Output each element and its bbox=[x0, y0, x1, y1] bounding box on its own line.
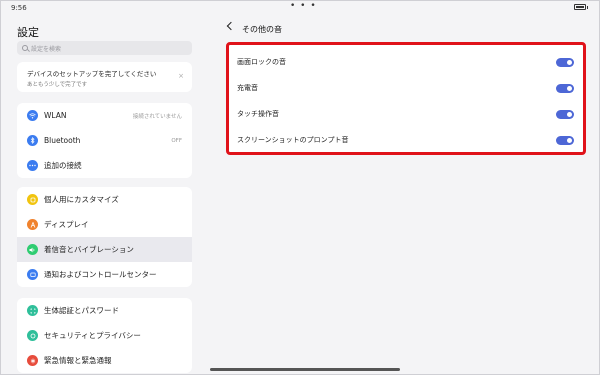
sidebar-item-label: 緊急情報と緊急通報 bbox=[44, 356, 112, 365]
sidebar-item-bluetooth[interactable]: Bluetooth OFF bbox=[17, 128, 192, 153]
network-group: WLAN 接続されていません Bluetooth OFF 追加の接続 bbox=[17, 103, 192, 178]
sound-label: 充電音 bbox=[237, 84, 258, 92]
charging-sound-toggle[interactable] bbox=[556, 83, 574, 93]
page-title: 設定 bbox=[17, 26, 39, 39]
list-item-screen-lock-sound: 画面ロックの音 bbox=[229, 49, 583, 75]
more-icon bbox=[27, 160, 38, 171]
sidebar-item-label: WLAN bbox=[44, 111, 67, 120]
screenshot-sound-toggle[interactable] bbox=[556, 135, 574, 145]
battery-icon bbox=[574, 4, 588, 10]
sidebar-item-label: 通知およびコントロールセンター bbox=[44, 270, 157, 279]
screen-lock-sound-toggle[interactable] bbox=[556, 57, 574, 67]
sidebar-item-label: 着信音とバイブレーション bbox=[44, 245, 134, 254]
multitask-dots[interactable]: • • • bbox=[290, 1, 317, 11]
touch-sound-toggle[interactable] bbox=[556, 109, 574, 119]
personalize-icon bbox=[27, 194, 38, 205]
wifi-icon bbox=[27, 110, 38, 121]
sidebar-item-label: セキュリティとプライバシー bbox=[44, 331, 141, 340]
sidebar-item-security[interactable]: セキュリティとプライバシー bbox=[17, 323, 192, 348]
bluetooth-status: OFF bbox=[171, 137, 182, 144]
sidebar-item-more-connections[interactable]: 追加の接続 bbox=[17, 153, 192, 178]
sidebar-item-biometrics[interactable]: 生体認証とパスワード bbox=[17, 298, 192, 323]
sidebar-item-sound-vibration[interactable]: 着信音とバイブレーション bbox=[17, 237, 192, 262]
emergency-icon bbox=[27, 355, 38, 366]
security-group: 生体認証とパスワード セキュリティとプライバシー 緊急情報と緊急通報 bbox=[17, 298, 192, 373]
list-item-screenshot-sound: スクリーンショットのプロンプト音 bbox=[229, 127, 583, 153]
sound-label: スクリーンショットのプロンプト音 bbox=[237, 136, 349, 144]
display-group: 個人用にカスタマイズ ディスプレイ 着信音とバイブレーション 通知およびコントロ… bbox=[17, 187, 192, 287]
sidebar-item-label: Bluetooth bbox=[44, 136, 81, 145]
settings-sidebar: 設定 設定を検索 デバイスのセットアップを完了してください あともう少しで完了で… bbox=[0, 0, 210, 375]
home-indicator[interactable] bbox=[210, 368, 400, 371]
bluetooth-icon bbox=[27, 135, 38, 146]
search-input[interactable]: 設定を検索 bbox=[17, 41, 192, 55]
search-placeholder: 設定を検索 bbox=[31, 45, 62, 53]
list-item-charging-sound: 充電音 bbox=[229, 75, 583, 101]
detail-page-title: その他の音 bbox=[242, 25, 282, 34]
sidebar-item-emergency[interactable]: 緊急情報と緊急通報 bbox=[17, 348, 192, 373]
display-icon bbox=[27, 219, 38, 230]
close-icon[interactable]: × bbox=[178, 72, 184, 80]
biometric-icon bbox=[27, 305, 38, 316]
sidebar-item-label: 追加の接続 bbox=[44, 161, 82, 170]
sidebar-item-label: 生体認証とパスワード bbox=[44, 306, 119, 315]
sound-label: 画面ロックの音 bbox=[237, 58, 286, 66]
sidebar-item-label: ディスプレイ bbox=[44, 220, 89, 229]
notification-icon bbox=[27, 269, 38, 280]
search-icon bbox=[22, 45, 28, 51]
security-icon bbox=[27, 330, 38, 341]
back-arrow-icon[interactable] bbox=[226, 21, 236, 31]
setup-title: デバイスのセットアップを完了してください bbox=[27, 70, 157, 78]
wlan-status: 接続されていません bbox=[132, 113, 182, 120]
other-sounds-card: 画面ロックの音 充電音 タッチ操作音 スクリーンショットのプロンプト音 bbox=[226, 42, 586, 155]
list-item-touch-sound: タッチ操作音 bbox=[229, 101, 583, 127]
sound-icon bbox=[27, 244, 38, 255]
sidebar-item-notifications[interactable]: 通知およびコントロールセンター bbox=[17, 262, 192, 287]
sidebar-item-wlan[interactable]: WLAN 接続されていません bbox=[17, 103, 192, 128]
sidebar-item-label: 個人用にカスタマイズ bbox=[44, 195, 119, 204]
sound-label: タッチ操作音 bbox=[237, 110, 279, 118]
sidebar-item-display[interactable]: ディスプレイ bbox=[17, 212, 192, 237]
sidebar-item-personalize[interactable]: 個人用にカスタマイズ bbox=[17, 187, 192, 212]
setup-subtitle: あともう少しで完了です bbox=[27, 82, 88, 88]
setup-banner[interactable]: デバイスのセットアップを完了してください あともう少しで完了です × bbox=[17, 62, 192, 92]
